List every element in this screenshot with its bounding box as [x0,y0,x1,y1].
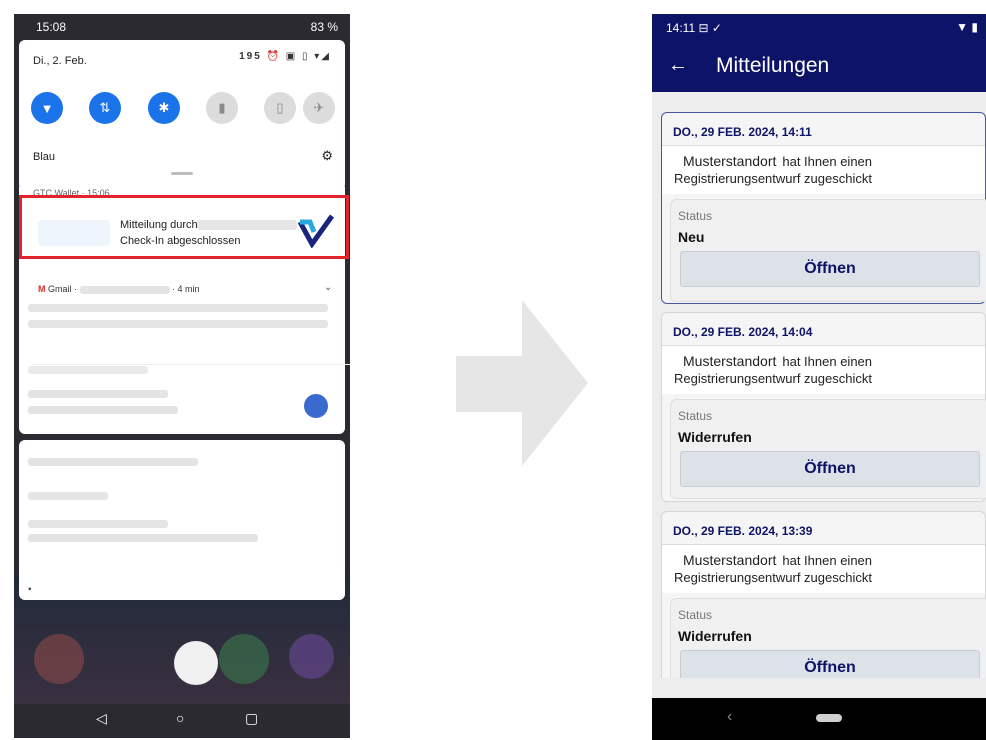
message-text: Musterstandort hat Ihnen einen Registrier… [662,545,985,593]
recents-icon[interactable]: ▢ [245,710,258,727]
status-icons: ▼ ▮ [956,20,978,34]
message-line1: hat Ihnen einen [782,354,873,369]
open-button[interactable]: Öffnen [680,251,980,287]
message-card[interactable]: DO., 29 FEB. 2024, 14:11 Musterstandort h… [661,112,986,304]
back-icon[interactable]: ‹ [727,708,732,726]
redacted-text [28,304,328,312]
redacted-text [28,320,328,328]
status-label: Status [678,209,713,223]
status-time: 15:08 [36,20,67,34]
message-line1: hat Ihnen einen [782,553,873,568]
message-date: DO., 29 FEB. 2024, 13:39 [673,524,813,538]
redacted-text [28,366,148,374]
status-label: Status [678,409,713,423]
message-line2: Registrierungsentwurf zugeschickt [674,171,872,186]
message-text: Musterstandort hat Ihnen einen Registrier… [662,346,985,394]
airplane-mode-toggle-icon[interactable]: ✈ [303,92,335,124]
network-name: Blau [33,151,56,163]
status-box: Status Widerrufen Öffnen [670,399,986,499]
status-box: Status Neu Öffnen [670,199,986,302]
right-phone-screen: 14:11 ⊟ ✓ ▼ ▮ ← Mitteilungen DO., 29 FEB… [652,14,986,740]
gear-icon[interactable]: ⚙ [321,148,333,164]
redacted-text [28,406,178,414]
battery-level: 83 % [310,20,338,34]
status-time-text: 14:11 [666,21,696,35]
message-card[interactable]: DO., 29 FEB. 2024, 14:04 Musterstandort h… [661,312,986,502]
status-label: Status [678,608,713,622]
left-phone-screen: 15:08 83 % Di., 2. Feb. 195 ⏰ ▣ ▯ ▾◢ ▼ ⇅… [14,14,350,738]
message-line2: Registrierungsentwurf zugeschickt [674,371,872,386]
status-bar: 15:08 83 % [14,14,350,40]
transition-arrow-icon [456,300,588,466]
gmail-notification-header: M Gmail · · 4 min [38,284,200,294]
gmail-app-label: Gmail · [48,284,78,294]
quick-settings-panel: Di., 2. Feb. 195 ⏰ ▣ ▯ ▾◢ ▼ ⇅ ✱ ▮ ▯ ✈ Bl… [19,40,345,190]
home-button-icon[interactable] [174,641,218,685]
status-time: 14:11 ⊟ ✓ [666,21,722,35]
wifi-toggle-icon[interactable]: ▼ [31,92,63,124]
image-icon: ▪ [28,584,32,595]
page-title: Mitteilungen [716,54,830,77]
redacted-text [28,520,168,528]
avatar [304,394,328,418]
drag-handle[interactable] [171,172,193,175]
expand-icon[interactable]: ⌄ [324,282,332,293]
network-speed: 195 [239,51,262,62]
date-label: Di., 2. Feb. [33,55,87,67]
redacted-text [28,492,108,500]
gmail-time: · 4 min [172,284,200,294]
message-text: Musterstandort hat Ihnen einen Registrier… [662,146,985,194]
navigation-bar: ◁ ○ ▢ [14,704,350,738]
gmail-icon: M [38,284,46,294]
home-pill-icon[interactable] [816,714,842,722]
status-value: Widerrufen [678,429,752,445]
sender-name: Musterstandort [683,153,777,169]
navigation-bar: ‹ [652,698,986,740]
divider [33,364,350,365]
open-button[interactable]: Öffnen [680,451,980,487]
back-icon[interactable]: ◁ [96,710,107,727]
app-header: 14:11 ⊟ ✓ ▼ ▮ ← Mitteilungen [652,14,986,92]
message-date: DO., 29 FEB. 2024, 14:04 [673,325,813,339]
bluetooth-toggle-icon[interactable]: ✱ [148,92,180,124]
redacted-text [79,285,170,294]
message-line1: hat Ihnen einen [782,154,873,169]
redacted-text [28,534,258,542]
system-icons: 195 ⏰ ▣ ▯ ▾◢ [239,51,331,62]
redacted-text [28,458,198,466]
message-line2: Registrierungsentwurf zugeschickt [674,570,872,585]
redacted-text [28,390,168,398]
sender-name: Musterstandort [683,353,777,369]
back-arrow-icon[interactable]: ← [668,54,688,77]
mobile-data-toggle-icon[interactable]: ⇅ [89,92,121,124]
highlight-frame [19,195,349,259]
home-icon[interactable]: ○ [176,710,184,726]
status-value: Widerrufen [678,628,752,644]
message-date: DO., 29 FEB. 2024, 14:11 [673,125,812,139]
flashlight-toggle-icon[interactable]: ▮ [206,92,238,124]
status-value: Neu [678,229,705,245]
battery-saver-toggle-icon[interactable]: ▯ [264,92,296,124]
sender-name: Musterstandort [683,552,777,568]
